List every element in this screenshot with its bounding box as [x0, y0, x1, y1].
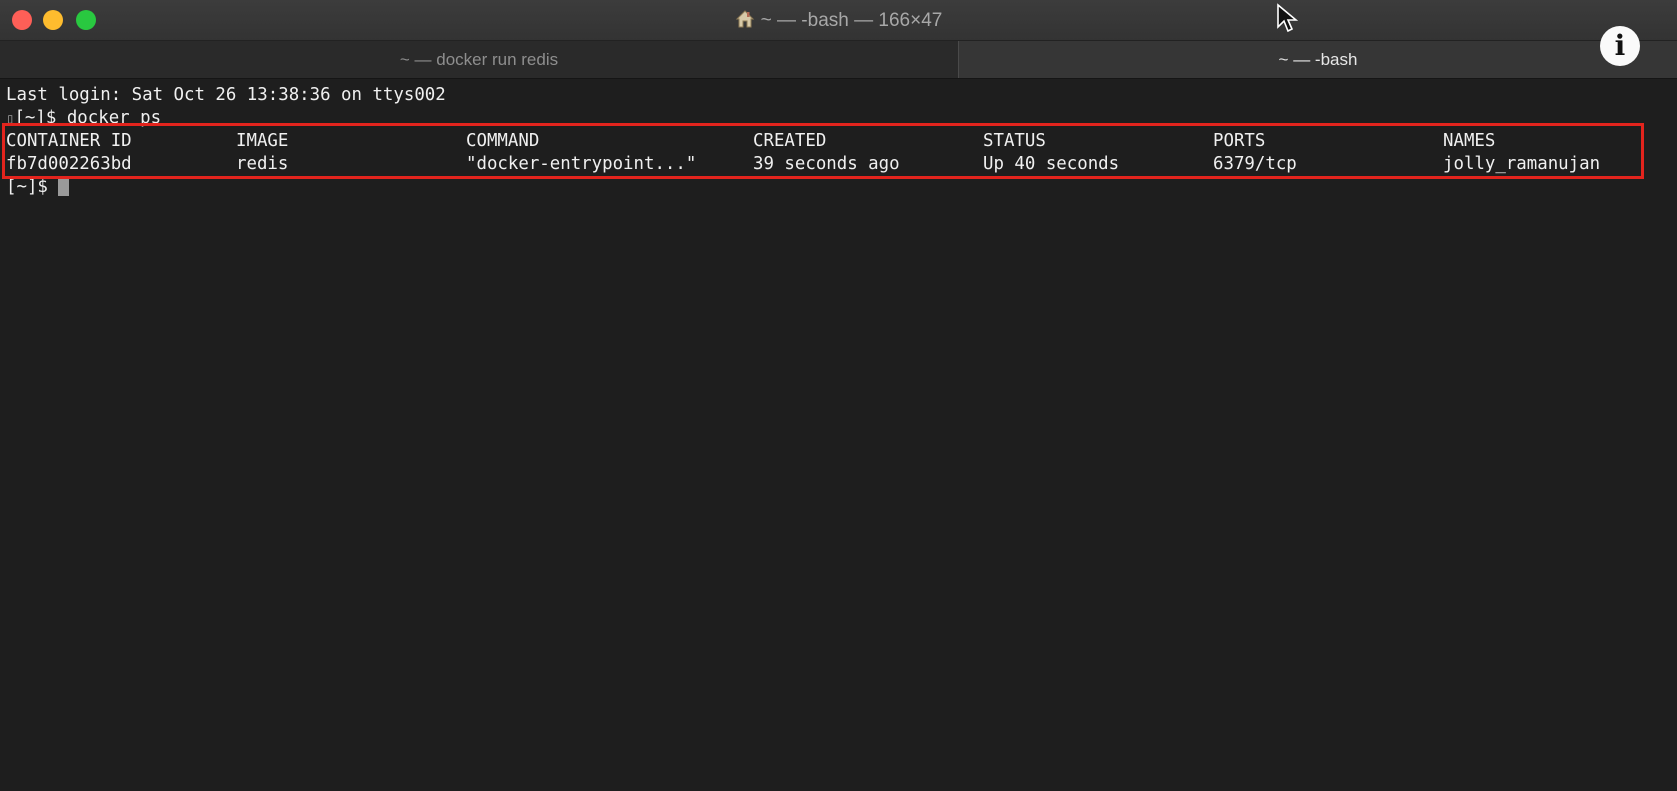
terminal-output[interactable]: Last login: Sat Oct 26 13:38:36 on ttys0… [6, 84, 1666, 199]
header-container-id: CONTAINER ID [6, 131, 132, 151]
header-status: STATUS [983, 131, 1046, 151]
cell-container-id: fb7d002263bd [6, 154, 132, 174]
header-ports: PORTS [1213, 131, 1266, 151]
current-prompt: [~]$ [6, 177, 48, 197]
window-title: ~ — -bash — 166×47 [760, 10, 943, 31]
cell-names: jolly_ramanujan [1443, 154, 1601, 174]
cell-image: redis [236, 154, 289, 174]
title-bar: ~ — -bash — 166×47 [0, 0, 1677, 41]
cell-command: "docker-entrypoint..." [466, 154, 697, 174]
header-created: CREATED [753, 131, 827, 151]
cell-created: 39 seconds ago [753, 154, 900, 174]
cell-status: Up 40 seconds [983, 154, 1120, 174]
current-prompt-line: [~]$ [6, 176, 1666, 199]
header-command: COMMAND [466, 131, 540, 151]
text-cursor [58, 176, 70, 196]
command-text: docker ps [66, 108, 162, 128]
cell-ports: 6379/tcp [1213, 154, 1297, 174]
header-image: IMAGE [236, 131, 289, 151]
home-icon [735, 9, 755, 29]
last-login-line: Last login: Sat Oct 26 13:38:36 on ttys0… [6, 85, 446, 105]
table-row: fb7d002263bd redis "docker-entrypoint...… [6, 153, 1666, 176]
header-names: NAMES [1443, 131, 1496, 151]
tab-bash[interactable]: ~ — -bash [959, 41, 1677, 78]
info-icon[interactable]: i [1600, 26, 1640, 66]
command-line: ▯[~]$ docker ps [6, 108, 162, 128]
table-header-row: CONTAINER ID IMAGE COMMAND CREATED STATU… [6, 130, 1666, 153]
tab-bar: ~ — docker run redis ~ — -bash [0, 41, 1677, 79]
prompt: [~]$ [14, 108, 57, 128]
window-title-container: ~ — -bash — 166×47 [0, 9, 1677, 32]
mouse-pointer-icon [1277, 3, 1298, 33]
tab-docker-run-redis[interactable]: ~ — docker run redis [0, 41, 959, 78]
